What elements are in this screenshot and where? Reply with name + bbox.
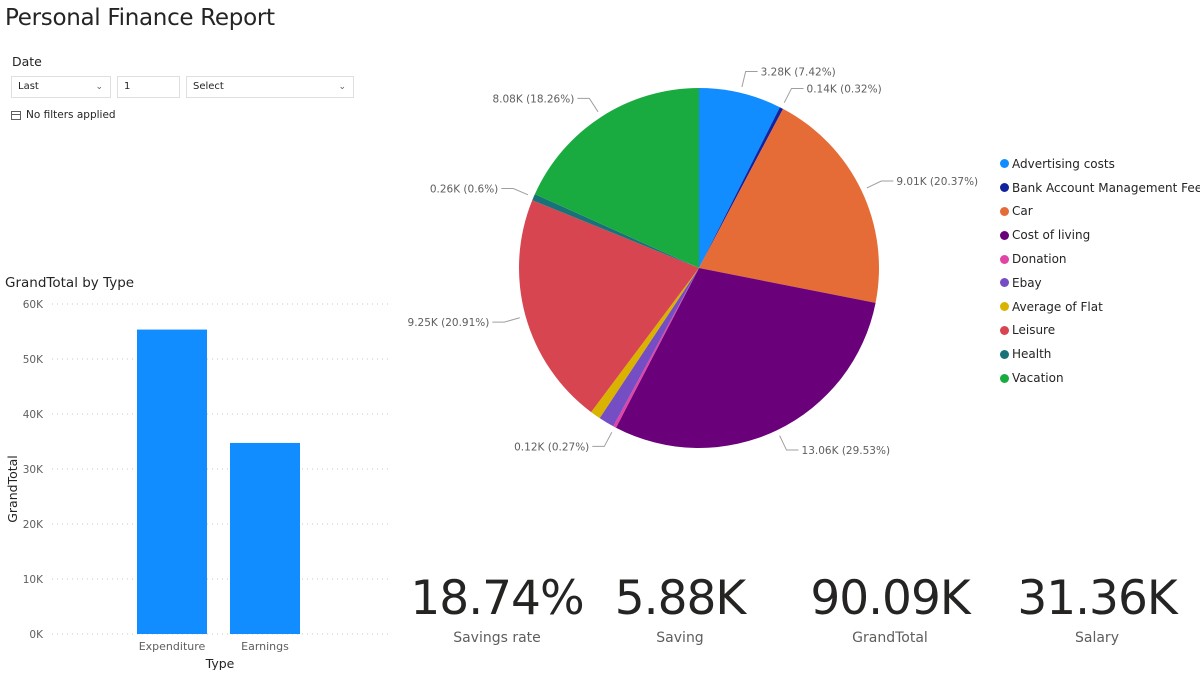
kpi-value: 31.36K: [1017, 571, 1177, 626]
legend-marker-icon: [1000, 159, 1009, 169]
legend-marker-icon: [1000, 302, 1009, 312]
kpi-card-saving: 5.88K Saving: [585, 570, 775, 646]
y-axis-title: GrandTotal: [5, 455, 20, 523]
legend-item[interactable]: Vacation: [1000, 366, 1200, 390]
legend-label: Bank Account Management Fee: [1012, 180, 1200, 195]
legend-marker-icon: [1000, 278, 1009, 288]
legend-label: Health: [1012, 347, 1052, 362]
report-title: Personal Finance Report: [5, 5, 275, 31]
relative-period-placeholder: Select: [193, 81, 224, 92]
chevron-down-icon: ⌄: [338, 82, 346, 92]
kpi-value: 18.74%: [410, 571, 584, 626]
legend-marker-icon: [1000, 183, 1009, 193]
y-tick-label: 20K: [23, 519, 44, 531]
pie-data-label: 9.25K (20.91%): [408, 317, 490, 329]
kpi-label: Salary: [1075, 630, 1119, 646]
legend-item[interactable]: Average of Flat: [1000, 295, 1200, 319]
bar-expenditure[interactable]: [137, 329, 207, 634]
relative-count-value: 1: [124, 81, 131, 92]
calendar-icon: [11, 110, 21, 120]
legend-label: Vacation: [1012, 371, 1064, 386]
leader-line: [501, 187, 529, 196]
leader-line: [779, 435, 799, 451]
kpi-label: Savings rate: [453, 630, 541, 646]
legend-marker-icon: [1000, 230, 1009, 240]
date-slicer-label: Date: [12, 54, 42, 69]
bar-chart: 0K 10K 20K 30K 40K 50K 60K Expenditure Earnings T…: [5, 299, 390, 670]
leader-line: [783, 87, 804, 103]
legend-marker-icon: [1000, 206, 1009, 216]
legend-item[interactable]: Car: [1000, 200, 1200, 224]
legend-item[interactable]: Advertising costs: [1000, 152, 1200, 176]
pie-data-label: 8.08K (18.26%): [492, 93, 574, 105]
legend-marker-icon: [1000, 254, 1009, 264]
x-axis-title: Type: [205, 656, 235, 670]
relative-mode-value: Last: [18, 81, 39, 92]
relative-mode-dropdown[interactable]: Last ⌄: [11, 76, 111, 98]
legend-item[interactable]: Ebay: [1000, 271, 1200, 295]
legend-item[interactable]: Health: [1000, 342, 1200, 366]
leader-line: [577, 97, 599, 113]
legend-label: Advertising costs: [1012, 156, 1115, 171]
legend-label: Average of Flat: [1012, 299, 1103, 314]
legend-item[interactable]: Donation: [1000, 247, 1200, 271]
kpi-value: 5.88K: [614, 571, 746, 626]
legend-label: Leisure: [1012, 323, 1056, 338]
kpi-label: Saving: [656, 630, 704, 646]
kpi-card-salary: 31.36K Salary: [1002, 570, 1192, 646]
legend-item[interactable]: Cost of living: [1000, 223, 1200, 247]
legend-marker-icon: [1000, 325, 1009, 335]
kpi-card-savings-rate: 18.74% Savings rate: [402, 570, 592, 646]
y-tick-label: 30K: [23, 464, 44, 476]
x-tick-label: Earnings: [241, 640, 289, 653]
legend-label: Ebay: [1012, 275, 1042, 290]
kpi-card-grandtotal: 90.09K GrandTotal: [795, 570, 985, 646]
legend-label: Cost of living: [1012, 228, 1091, 243]
pie-legend: Advertising costs Bank Account Management…: [1000, 152, 1200, 390]
legend-marker-icon: [1000, 349, 1009, 359]
pie-chart: 3.28K (7.42%) 0.14K (0.32%) 9.01K (20.37%)…: [408, 66, 979, 457]
leader-line: [592, 432, 613, 447]
leader-line: [741, 70, 758, 88]
relative-count-input[interactable]: 1: [117, 76, 180, 98]
chevron-down-icon: ⌄: [95, 82, 103, 92]
bar-earnings[interactable]: [230, 442, 300, 634]
pie-data-label: 0.26K (0.6%): [430, 183, 498, 195]
relative-period-dropdown[interactable]: Select ⌄: [186, 76, 354, 98]
y-tick-label: 0K: [29, 629, 44, 641]
pie-data-label: 0.14K (0.32%): [807, 83, 882, 95]
legend-item[interactable]: Bank Account Management Fee: [1000, 176, 1200, 200]
legend-marker-icon: [1000, 373, 1009, 383]
filter-status-text: No filters applied: [26, 109, 116, 121]
pie-data-label: 13.06K (29.53%): [802, 445, 891, 457]
leader-line: [492, 317, 520, 323]
y-tick-label: 60K: [23, 299, 44, 311]
kpi-value: 90.09K: [810, 571, 970, 626]
legend-label: Car: [1012, 204, 1033, 219]
y-tick-label: 50K: [23, 354, 44, 366]
x-tick-label: Expenditure: [139, 640, 206, 653]
leader-line: [866, 180, 894, 189]
pie-data-label: 3.28K (7.42%): [761, 66, 836, 78]
kpi-label: GrandTotal: [852, 630, 928, 646]
bar-chart-title: GrandTotal by Type: [5, 275, 135, 291]
filter-status: No filters applied: [11, 109, 116, 121]
legend-item[interactable]: Leisure: [1000, 319, 1200, 343]
pie-data-label: 9.01K (20.37%): [896, 176, 978, 188]
legend-label: Donation: [1012, 252, 1067, 267]
y-tick-label: 40K: [23, 409, 44, 421]
pie-data-label: 0.12K (0.27%): [514, 441, 589, 453]
y-tick-label: 10K: [23, 574, 44, 586]
